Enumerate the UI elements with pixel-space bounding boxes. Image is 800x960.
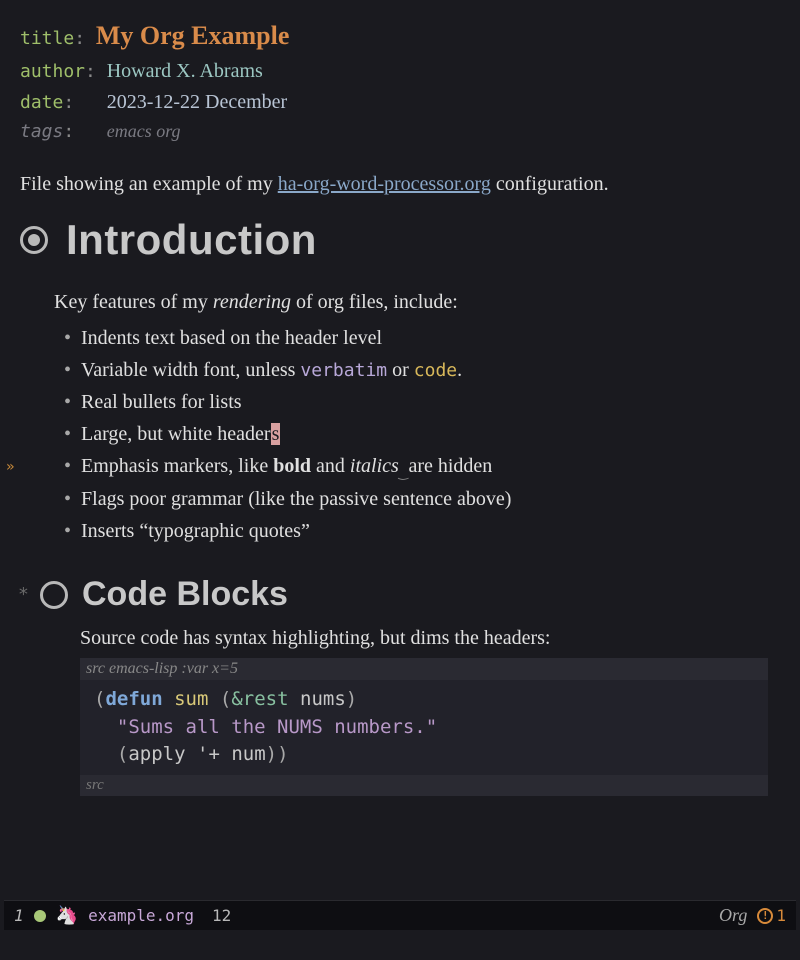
line-number: 12 [212, 906, 231, 925]
fringe-marker-icon: » [6, 456, 14, 478]
meta-title: title: My Org Example [20, 16, 780, 56]
italic-text: italics [350, 455, 409, 477]
doc-author: Howard X. Abrams [107, 60, 263, 82]
bullet-icon: • [64, 450, 71, 483]
meta-key-date: date [20, 92, 63, 113]
heading-text: Code Blocks [82, 575, 288, 614]
warning-count: 1 [776, 906, 786, 925]
unicorn-icon: 🦄 [56, 905, 78, 926]
flycheck-warning[interactable]: ! 1 [757, 906, 786, 925]
meta-key-tags: tags [20, 121, 63, 142]
bullet-icon: • [64, 354, 71, 386]
feature-list: •Indents text based on the header level … [20, 322, 780, 547]
list-item: • Inserts “typographic quotes” [64, 515, 780, 547]
bold-text: bold [273, 455, 311, 477]
list-item: • Variable width font, unless verbatim o… [64, 354, 780, 386]
text: File showing an example of my [20, 173, 278, 195]
bullet-icon: • [64, 418, 71, 450]
list-text: Emphasis markers, like bold and italicsa… [81, 450, 492, 483]
bullet-icon: • [64, 386, 71, 418]
bullet-icon: • [64, 515, 71, 547]
heading-bullet-icon [40, 581, 68, 609]
meta-key-title: title [20, 28, 74, 49]
config-link[interactable]: ha-org-word-processor.org [278, 173, 491, 195]
code-text: code [414, 360, 457, 381]
src-block-footer: src [80, 775, 768, 796]
text: of org files, include: [291, 291, 458, 313]
list-text: Flags poor grammar (like the passive sen… [81, 483, 511, 515]
list-item: • Real bullets for lists [64, 386, 780, 418]
minibuffer[interactable] [0, 930, 800, 960]
meta-tags: tags: emacs org [20, 118, 780, 146]
cursor: s [271, 423, 281, 445]
bullet-icon: • [64, 483, 71, 515]
intro-lead: Key features of my rendering of org file… [20, 288, 780, 316]
heading-code-blocks[interactable]: * Code Blocks [20, 575, 780, 614]
intro-paragraph: File showing an example of my ha-org-wor… [20, 170, 780, 198]
text: configuration. [491, 173, 609, 195]
window-number: 1 [14, 906, 24, 925]
list-item: » • Emphasis markers, like bold and ital… [64, 450, 780, 483]
doc-title: My Org Example [96, 21, 290, 50]
meta-key-author: author [20, 61, 85, 82]
list-item: • Indents text based on the header level [64, 322, 780, 354]
heading-bullet-icon [20, 226, 48, 254]
buffer-name[interactable]: example.org [88, 906, 194, 925]
warning-icon: ! [757, 908, 773, 924]
list-text: Variable width font, unless verbatim or … [81, 354, 462, 386]
list-text: Large, but white headers [81, 418, 280, 450]
code-lead: Source code has syntax highlighting, but… [20, 624, 780, 652]
src-args: emacs-lisp :var x=5 [105, 660, 238, 677]
modeline[interactable]: 1 🦄 example.org 12 Org ! 1 [4, 900, 796, 930]
heading-introduction[interactable]: Introduction [20, 216, 780, 264]
src-block-body[interactable]: (defun sum (&rest nums) "Sums all the NU… [80, 680, 768, 775]
bullet-icon: • [64, 322, 71, 354]
list-text: Indents text based on the header level [81, 322, 382, 354]
list-item: • Large, but white headers [64, 418, 780, 450]
modified-indicator-icon [34, 910, 46, 922]
list-text: Inserts “typographic quotes” [81, 515, 310, 547]
src-block-header: src emacs-lisp :var x=5 [80, 658, 768, 680]
editor-area[interactable]: title: My Org Example author: Howard X. … [0, 0, 800, 900]
star-marker: * [18, 584, 29, 605]
list-item: • Flags poor grammar (like the passive se… [64, 483, 780, 515]
text-italic: rendering [213, 291, 291, 313]
src-keyword: src [86, 660, 105, 677]
meta-date: date: 2023-12-22 December [20, 87, 780, 118]
doc-date: 2023-12-22 December [107, 91, 288, 113]
list-text: Real bullets for lists [81, 386, 242, 418]
verbatim-text: verbatim [300, 360, 387, 381]
major-mode[interactable]: Org [719, 905, 747, 926]
doc-tags: emacs org [107, 121, 181, 141]
text: Key features of my [54, 291, 213, 313]
heading-text: Introduction [66, 216, 317, 264]
src-block[interactable]: src emacs-lisp :var x=5 (defun sum (&res… [80, 658, 768, 796]
meta-author: author: Howard X. Abrams [20, 56, 780, 87]
